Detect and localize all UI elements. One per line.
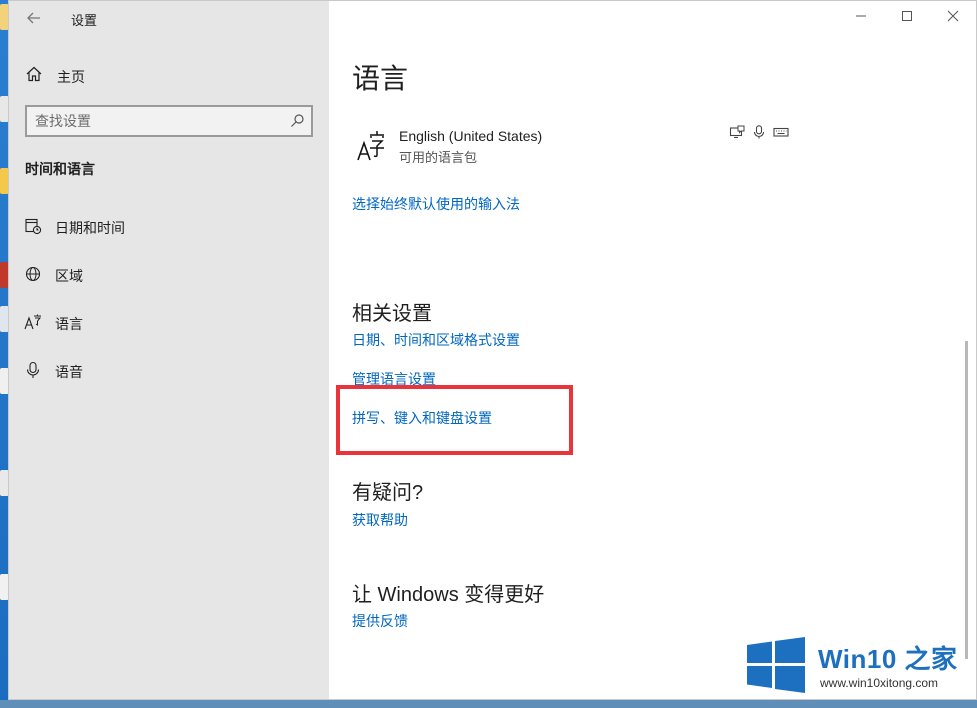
scrollbar[interactable] [965, 341, 968, 659]
sidebar-item-language[interactable]: 语言 [9, 305, 329, 339]
feedback-heading: 让 Windows 变得更好 [352, 584, 545, 606]
get-help-link[interactable]: 获取帮助 [352, 510, 408, 530]
sidebar-item-label: 语音 [55, 364, 83, 380]
sidebar-item-label: 语言 [55, 316, 83, 332]
choose-input-method-link[interactable]: 选择始终默认使用的输入法 [352, 194, 520, 214]
minimize-icon [856, 15, 866, 17]
window-title: 设置 [71, 13, 98, 28]
taskbar [0, 700, 977, 708]
windows-logo-icon [747, 637, 805, 693]
language-pack-status: 可用的语言包 [399, 150, 478, 165]
home-icon [26, 66, 42, 82]
language-icon [24, 314, 42, 330]
back-arrow-icon [27, 12, 40, 24]
sidebar-item-speech[interactable]: 语音 [9, 353, 329, 387]
sidebar-item-region[interactable]: 区域 [9, 257, 329, 291]
sidebar-item-label: 日期和时间 [55, 220, 125, 236]
sidebar-item-home[interactable]: 主页 [9, 59, 329, 93]
display-speech-icon [729, 125, 745, 139]
language-glyph-icon [357, 131, 384, 161]
search-icon [291, 114, 304, 127]
close-icon [947, 10, 959, 22]
sidebar-section-title: 时间和语言 [25, 161, 95, 177]
globe-icon [25, 266, 41, 282]
back-button[interactable] [23, 7, 45, 29]
search-field[interactable] [25, 105, 313, 137]
watermark-url: www.win10xitong.com [820, 676, 939, 690]
calendar-icon [25, 218, 42, 235]
watermark-brand: Win10 之家 [818, 644, 958, 674]
maximize-icon [902, 11, 912, 21]
search-input[interactable] [35, 112, 275, 130]
highlight-annotation [336, 385, 573, 455]
sidebar-item-label: 区域 [55, 268, 83, 284]
give-feedback-link[interactable]: 提供反馈 [352, 611, 408, 631]
page-title: 语言 [352, 63, 409, 94]
keyboard-icon [773, 127, 789, 137]
close-button[interactable] [930, 1, 976, 33]
sidebar: 设置 主页 时间和语言 日期和时间 [9, 1, 329, 699]
microphone-icon [753, 125, 765, 139]
watermark: Win10 之家 www.win10xitong.com [732, 626, 977, 698]
main-content: 语言 English (United States) 可用的语言包 选择始终默认… [329, 1, 976, 699]
sidebar-item-date-time[interactable]: 日期和时间 [9, 209, 329, 243]
sidebar-item-label: 主页 [57, 69, 85, 85]
language-name: English (United States) [399, 128, 543, 144]
microphone-icon [26, 361, 40, 378]
settings-window: 设置 主页 时间和语言 日期和时间 [8, 0, 977, 700]
help-heading: 有疑问? [352, 482, 424, 504]
date-time-region-format-link[interactable]: 日期、时间和区域格式设置 [352, 330, 520, 350]
related-settings-heading: 相关设置 [352, 303, 432, 325]
maximize-button[interactable] [884, 1, 930, 33]
minimize-button[interactable] [838, 1, 884, 33]
